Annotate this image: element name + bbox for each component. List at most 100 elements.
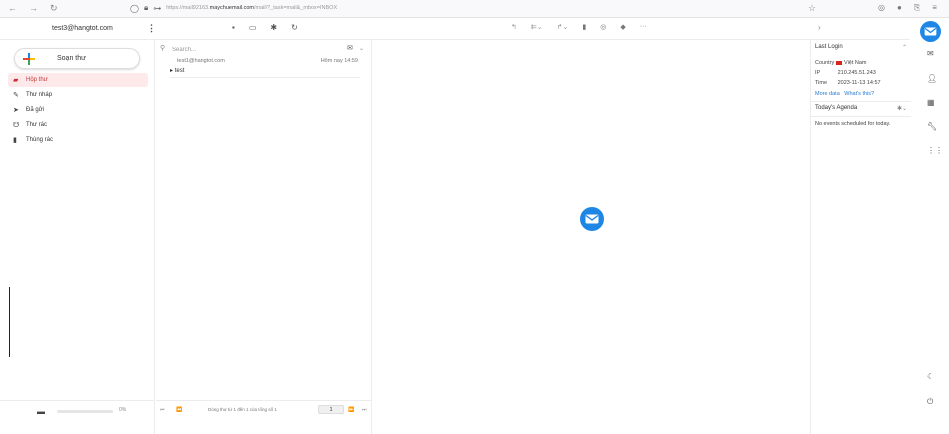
url-text: https://mail92163.maychuemail.com/mail/?… <box>166 5 338 11</box>
apps-grid-icon[interactable]: ⋮⋮ <box>927 146 943 155</box>
collapse-icon[interactable]: ⌃ <box>902 44 907 51</box>
ip-row: IP 210.245.51.243 <box>815 70 876 76</box>
permissions-icon: ⊶ <box>153 3 162 13</box>
folder-label: Thư rác <box>26 122 48 128</box>
message-date: Hôm nay 14:59 <box>320 58 358 64</box>
shield-icon: ◯ <box>130 3 139 13</box>
lock-icon: 🔒︎ <box>143 3 149 12</box>
time-row: Time 2023-11-13 14:57 <box>815 80 881 86</box>
plus-icon <box>23 52 35 65</box>
back-icon[interactable]: ← <box>8 3 17 14</box>
contacts-icon[interactable]: 👤︎ <box>927 74 937 83</box>
mail-logo-icon[interactable] <box>920 21 941 42</box>
quota-percent: 0% <box>119 407 127 413</box>
browser-nav: ← → ↻ <box>8 3 58 14</box>
envelope-icon[interactable]: ✉ <box>347 44 353 52</box>
browser-menu-icon[interactable]: ≡ <box>932 3 937 13</box>
browser-actions: ◎ ● ⎘ ≡ <box>878 3 937 13</box>
address-bar[interactable]: ◯ 🔒︎ ⊶ https://mail92163.maychuemail.com… <box>130 3 337 13</box>
folder-drafts[interactable]: ✎ Thư nháp <box>8 88 148 102</box>
account-menu-icon[interactable]: ⋮ <box>147 23 156 34</box>
message-from: test1@hangtot.com <box>177 58 225 64</box>
settings-wrench-icon[interactable]: 🔧︎ <box>927 122 937 131</box>
spam-icon: ☋ <box>13 122 20 129</box>
pagination-info: Dòng thư từ 1 đến 1 của tổng số 1 <box>208 407 277 412</box>
folder-sidebar: Soạn thư ▰ Hộp thư ✎ Thư nháp ➤ Đã gửi ☋… <box>0 40 155 434</box>
first-page-icon[interactable]: ⏮ <box>160 407 165 413</box>
quota-footer: ▬ 0% <box>0 400 155 434</box>
folder-spam[interactable]: ☋ Thư rác <box>8 118 148 132</box>
account-name: test3@hangtot.com <box>52 25 113 32</box>
app-rail: ✉ 👤︎ ▦ 🔧︎ ⋮⋮ ☾ ⏻ <box>911 19 949 434</box>
share-icon[interactable]: ⎘ <box>914 3 920 13</box>
chevron-down-icon[interactable]: ⌄ <box>359 45 364 52</box>
options-gear-icon[interactable]: ✱ <box>270 23 277 32</box>
trash-icon: ▮ <box>13 137 17 144</box>
dark-mode-moon-icon[interactable]: ☾ <box>927 372 934 381</box>
folder-sent[interactable]: ➤ Đã gửi <box>8 103 148 117</box>
folder-list: ▰ Hộp thư ✎ Thư nháp ➤ Đã gửi ☋ Thư rác … <box>8 73 148 148</box>
folder-label: Hộp thư <box>26 77 48 83</box>
calendar-icon[interactable]: ▦ <box>927 98 935 107</box>
message-toolbar: ↰ ⇇⌄ ↱⌄ ▮ ◎ ◆ ··· <box>511 23 647 31</box>
reply-icon[interactable]: ↰ <box>511 23 517 31</box>
divider <box>811 101 911 102</box>
divider <box>811 116 911 117</box>
inbox-icon: ▰ <box>13 77 19 84</box>
message-preview <box>373 40 809 434</box>
pagination-footer: ⏮ ⏪ Dòng thư từ 1 đến 1 của tổng số 1 ⏩ … <box>156 400 372 434</box>
folder-label: Đã gửi <box>26 107 45 113</box>
mail-icon[interactable]: ✉ <box>927 49 934 58</box>
more-icon[interactable]: ··· <box>640 23 647 31</box>
compose-label: Soạn thư <box>57 55 86 62</box>
forward-icon[interactable]: → <box>29 3 38 14</box>
country-row: Country Việt Nam <box>815 60 867 66</box>
page-number-input[interactable] <box>318 405 344 414</box>
more-data-link[interactable]: More data <box>815 91 840 97</box>
folder-trash[interactable]: ▮ Thùng rác <box>8 133 148 147</box>
divider-line <box>9 287 10 357</box>
folder-label: Thư nháp <box>26 92 53 98</box>
forward-mail-icon[interactable]: ↱⌄ <box>557 23 569 31</box>
threads-icon[interactable]: ▭ <box>249 23 257 32</box>
delete-icon[interactable]: ▮ <box>582 23 586 31</box>
select-icon[interactable]: ▪ <box>232 23 235 32</box>
whats-this-link[interactable]: What's this? <box>844 91 874 97</box>
send-icon: ➤ <box>13 107 19 114</box>
prev-page-icon[interactable]: ⏪ <box>176 407 182 413</box>
extension-icon[interactable]: ● <box>897 3 902 13</box>
message-subject: ▸ test <box>170 68 185 74</box>
folder-label: Thùng rác <box>26 137 54 143</box>
list-toolbar: ▪ ▭ ✱ ↻ <box>232 23 298 32</box>
last-page-icon[interactable]: ⏭ <box>362 407 367 413</box>
reload-icon[interactable]: ↻ <box>50 3 58 14</box>
agenda-settings-icon[interactable]: ✱⌄ <box>897 105 907 112</box>
pencil-icon: ✎ <box>13 92 19 99</box>
vietnam-flag-icon <box>836 60 842 65</box>
agenda-empty-text: No events scheduled for today. <box>815 121 891 127</box>
browser-toolbar: ← → ↻ ◯ 🔒︎ ⊶ https://mail92163.maychuema… <box>0 0 949 18</box>
search-input[interactable] <box>172 44 322 55</box>
mark-icon[interactable]: ◎ <box>600 23 606 31</box>
storage-icon: ▬ <box>37 407 45 416</box>
next-page-icon[interactable]: ⏩ <box>348 407 354 413</box>
last-login-header[interactable]: Last Login ⌃ <box>815 44 907 51</box>
login-links: More data What's this? <box>815 91 877 97</box>
pocket-icon[interactable]: ◎ <box>878 3 885 13</box>
chevron-right-icon[interactable]: › <box>818 23 821 32</box>
search-icon: ⚲ <box>160 45 166 52</box>
folder-inbox[interactable]: ▰ Hộp thư <box>8 73 148 87</box>
quota-bar <box>57 410 113 413</box>
app-header: test3@hangtot.com ⋮ ▪ ▭ ✱ ↻ ↰ ⇇⌄ ↱⌄ ▮ ◎ … <box>0 19 910 40</box>
refresh-icon[interactable]: ↻ <box>291 23 298 32</box>
message-list-panel: ⚲ ✉ ⌄ test1@hangtot.com Hôm nay 14:59 ▸ … <box>156 40 372 434</box>
info-panel: Last Login ⌃ Country Việt Nam IP 210.245.… <box>810 40 911 434</box>
mail-logo-icon <box>580 207 604 231</box>
tag-icon[interactable]: ◆ <box>620 23 625 31</box>
bookmark-star-icon[interactable]: ☆ <box>808 3 816 14</box>
compose-button[interactable]: Soạn thư <box>14 48 140 69</box>
reply-all-icon[interactable]: ⇇⌄ <box>531 23 543 31</box>
logout-power-icon[interactable]: ⏻ <box>927 397 933 407</box>
agenda-header: Today's Agenda ✱⌄ <box>815 105 907 112</box>
message-row[interactable]: test1@hangtot.com Hôm nay 14:59 ▸ test <box>170 58 360 78</box>
